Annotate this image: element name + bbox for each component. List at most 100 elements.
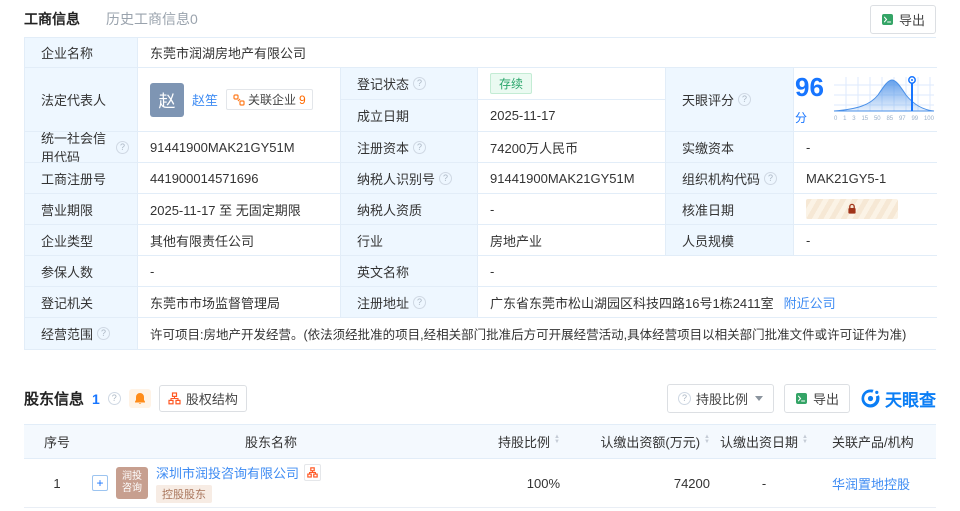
established-label: 成立日期 (341, 100, 478, 132)
shareholders-header: 股东信息 1 ? 股权结构 ? 持股比例 导出 天眼查 (24, 384, 936, 413)
excel-icon (795, 393, 807, 404)
company-name-label: 企业名称 (25, 38, 138, 68)
org-chart-icon (168, 392, 181, 405)
authority-label: 登记机关 (25, 287, 138, 318)
address-value: 广东省东莞市松山湖园区科技四路16号1栋2411室 附近公司 (478, 287, 937, 318)
shareholder-row: 1 + 润投 咨询 深圳市润投咨询有限公司 控股股东 100% 74200 - … (24, 459, 936, 508)
industry-label: 行业 (341, 225, 478, 256)
company-name-value: 东莞市润湖房地产有限公司 (138, 38, 937, 68)
tab-bar: 工商信息 历史工商信息0 导出 (0, 0, 960, 41)
org-chart-icon (307, 467, 318, 478)
col-date-sort[interactable]: 认缴出资日期 ▲ ▼ (710, 432, 818, 451)
score-value: 96 (795, 71, 824, 102)
amount-value: 74200 (673, 475, 710, 491)
en-name-label: 英文名称 (341, 256, 478, 287)
established-value: 2025-11-17 (478, 100, 666, 132)
equity-structure-mini-button[interactable] (304, 464, 322, 481)
help-icon[interactable]: ? (738, 93, 752, 106)
help-icon[interactable]: ? (764, 171, 778, 185)
industry-value: 房地产业 (478, 225, 666, 256)
help-icon[interactable]: ? (97, 327, 111, 340)
address-label: 注册地址? (341, 287, 478, 318)
sort-icon: ▲ ▼ (802, 433, 808, 445)
approval-date-label: 核准日期 (666, 194, 794, 225)
term-value: 2025-11-17 至 无固定期限 (138, 194, 341, 225)
score-curve-chart: 0 1 3 15 50 85 97 99 100 (832, 75, 936, 124)
taxpayer-id-label: 纳税人识别号? (341, 163, 478, 194)
staff-label: 人员规模 (666, 225, 794, 256)
uscc-value: 91441900MAK21GY51M (138, 132, 341, 163)
reg-capital-value: 74200万人民币 (478, 132, 666, 163)
score-axis-ticks: 0 1 3 15 50 85 97 99 100 (833, 116, 934, 122)
export-button[interactable]: 导出 (869, 5, 936, 34)
taxpayer-qual-value: - (478, 194, 666, 225)
ratio-filter-dropdown[interactable]: ? 持股比例 (666, 384, 774, 413)
legal-rep-link[interactable]: 赵笙 (192, 90, 218, 109)
scope-value: 许可项目:房地产开发经营。(依法须经批准的项目,经相关部门批准后方可开展经营活动… (138, 318, 937, 349)
shareholder-logo: 润投 咨询 (116, 467, 148, 499)
paid-capital-label: 实缴资本 (666, 132, 794, 163)
related-companies-icon (233, 93, 245, 106)
help-icon[interactable]: ? (413, 140, 427, 154)
legal-rep-label: 法定代表人 (25, 68, 138, 132)
shareholder-name-link[interactable]: 深圳市润投咨询有限公司 (156, 463, 299, 482)
lock-icon (848, 203, 856, 214)
export-shareholders-button[interactable]: 导出 (783, 384, 850, 413)
reg-status-value: 存续 (478, 68, 666, 100)
controlling-shareholder-tag: 控股股东 (156, 485, 212, 503)
excel-icon (881, 14, 893, 25)
chevron-down-icon (754, 396, 763, 401)
col-amount-sort[interactable]: 认缴出资额(万元) ▲ ▼ (560, 432, 710, 451)
taxpayer-qual-label: 纳税人资质 (341, 194, 478, 225)
scope-label: 经营范围? (25, 318, 138, 349)
org-code-label: 组织机构代码? (666, 163, 794, 194)
authority-value: 东莞市市场监督管理局 (138, 287, 341, 318)
reg-capital-label: 注册资本? (341, 132, 478, 163)
shareholders-title: 股东信息 (24, 391, 85, 408)
monitor-bell-button[interactable] (128, 389, 151, 408)
ratio-value: 100% (526, 475, 560, 491)
shareholders-table-header: 序号 股东名称 持股比例 ▲ ▼ 认缴出资额(万元) ▲ ▼ 认缴出资日期 ▲ ▼ 关联产品… (24, 424, 936, 459)
col-ratio-sort[interactable]: 持股比例 ▲ ▼ (450, 432, 560, 451)
locked-value[interactable] (806, 199, 898, 219)
insured-label: 参保人数 (25, 256, 138, 287)
tianyancha-logo: 天眼查 (860, 386, 936, 411)
score-unit: 分 (795, 110, 808, 125)
col-related: 关联产品/机构 (832, 435, 914, 450)
col-index: 序号 (43, 435, 70, 450)
expand-button[interactable]: + (92, 475, 108, 491)
reg-no-label: 工商注册号 (25, 163, 138, 194)
term-label: 营业期限 (25, 194, 138, 225)
related-companies-badge[interactable]: 关联企业 9 (226, 89, 313, 110)
paid-capital-value: - (794, 132, 937, 163)
help-icon[interactable]: ? (116, 140, 129, 154)
help-icon[interactable]: ? (413, 295, 427, 309)
legal-rep-cell: 赵 赵笙 关联企业 9 (138, 68, 341, 132)
help-icon[interactable]: ? (413, 77, 427, 90)
taxpayer-id-value: 91441900MAK21GY51M (478, 163, 666, 194)
legal-rep-avatar[interactable]: 赵 (150, 82, 184, 117)
status-badge: 存续 (490, 73, 533, 94)
org-code-value: MAK21GY5-1 (794, 163, 937, 194)
row-index: 1 (53, 475, 61, 491)
tianyancha-logo-icon (861, 389, 880, 408)
date-value: - (761, 475, 767, 491)
score-label: 天眼评分? (666, 68, 794, 132)
shareholders-count: 1 (92, 390, 100, 407)
help-icon[interactable]: ? (107, 392, 121, 405)
reg-status-label: 登记状态? (341, 68, 478, 100)
score-cell: 96 分 0 1 3 15 50 85 97 99 100 (794, 68, 937, 132)
help-icon[interactable]: ? (439, 171, 453, 185)
approval-date-value (794, 194, 937, 225)
bell-icon (134, 393, 145, 404)
uscc-label: 统一社会信用代码? (25, 132, 138, 163)
col-name: 股东名称 (244, 435, 297, 450)
equity-structure-button[interactable]: 股权结构 (158, 385, 247, 412)
en-name-value: - (478, 256, 937, 287)
help-icon: ? (677, 392, 691, 405)
type-label: 企业类型 (25, 225, 138, 256)
related-product-link[interactable]: 华润置地控股 (832, 474, 910, 493)
type-value: 其他有限责任公司 (138, 225, 341, 256)
nearby-companies-link[interactable]: 附近公司 (784, 293, 836, 312)
insured-value: - (138, 256, 341, 287)
